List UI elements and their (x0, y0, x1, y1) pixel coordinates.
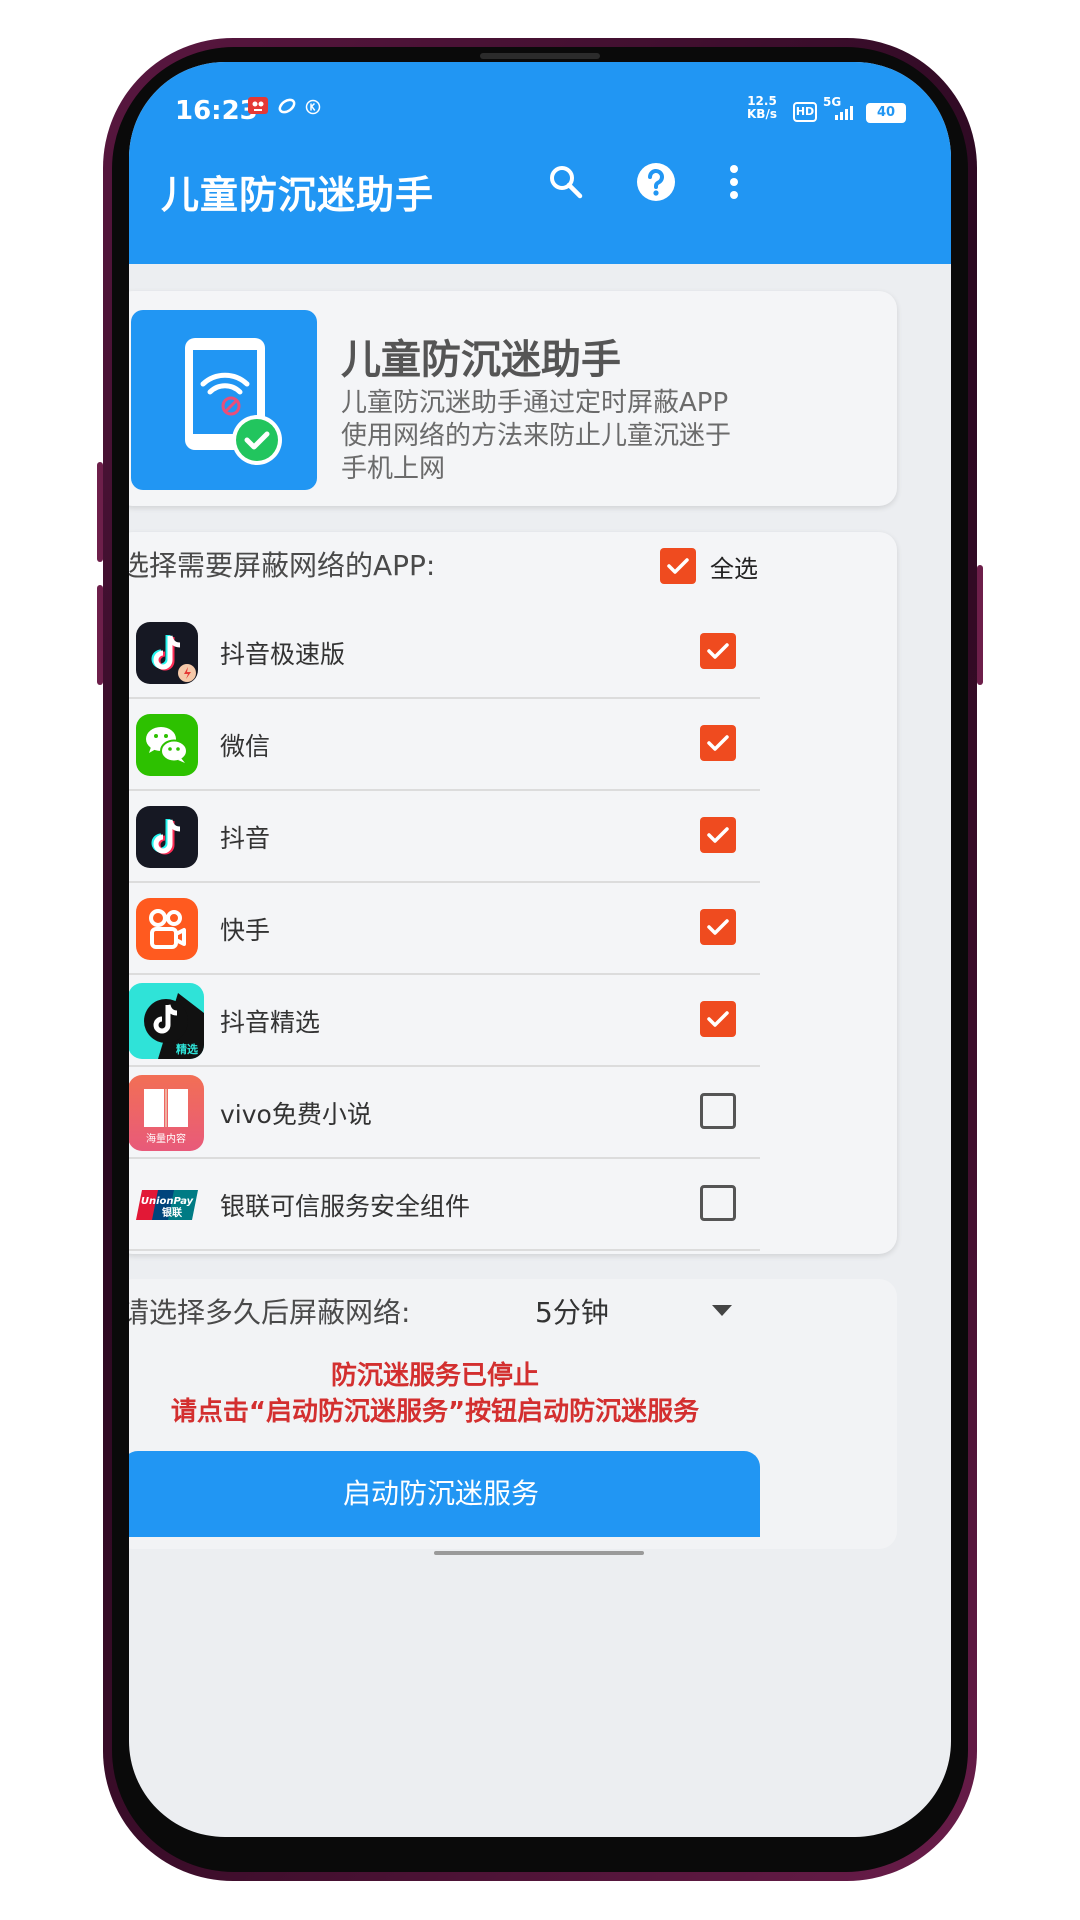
unionpay-cn-label: 银联 (162, 1206, 182, 1219)
unionpay-en-label: UnionPay (141, 1196, 194, 1207)
timer-label: 请选择多久后屏蔽网络: (129, 1296, 411, 1329)
kuaishou-icon (136, 898, 198, 960)
phone-speaker (480, 53, 600, 59)
app-logo (131, 310, 317, 490)
douyin-lite-icon (136, 622, 198, 684)
status-bar: 16:23 12.5 KB/s HD 5G 40 (129, 62, 951, 142)
more-vert-icon (730, 165, 738, 199)
list-item[interactable]: UnionPay 银联 银联可信服务安全组件 (129, 1159, 760, 1251)
list-item[interactable]: 精选 抖音精选 (129, 975, 760, 1067)
app-list-card: 选择需要屏蔽网络的APP: 全选 抖音极速版 微信 抖音 快手 精选 抖音精选 … (129, 532, 897, 1254)
app-checkbox[interactable] (700, 1093, 736, 1129)
list-item[interactable]: 微信 (129, 699, 760, 791)
intro-card: 儿童防沉迷助手 儿童防沉迷助手通过定时屏蔽APP使用网络的方法来防止儿童沉迷于手… (129, 291, 897, 506)
unionpay-icon: UnionPay 银联 (136, 1174, 198, 1236)
phone-screen: 16:23 12.5 KB/s HD 5G 40 儿童防沉迷助手 儿童防沉迷助手… (129, 62, 951, 1837)
app-checkbox[interactable] (700, 725, 736, 761)
select-all-checkbox[interactable] (660, 548, 696, 584)
signal-icon (835, 106, 853, 120)
notification-app-icon (247, 94, 269, 121)
more-options-button[interactable] (706, 154, 762, 210)
app-list: 抖音极速版 微信 抖音 快手 精选 抖音精选 海量内容 vivo免费小说 Uni… (129, 607, 760, 1254)
app-checkbox[interactable] (700, 817, 736, 853)
douyin-icon (136, 806, 198, 868)
check-icon (667, 558, 689, 574)
phone-wifi-check-icon (185, 338, 282, 465)
app-name: 抖音 (220, 824, 271, 853)
phone-volume-down (97, 585, 103, 685)
wechat-icon (136, 714, 198, 776)
app-name: 抖音极速版 (220, 640, 346, 669)
list-item[interactable]: 抖音极速版 (129, 607, 760, 699)
app-name: 快手 (220, 916, 271, 945)
app-name: 抖音精选 (220, 1008, 321, 1037)
battery-icon: 40 (866, 103, 906, 123)
list-item[interactable]: 抖音 (129, 791, 760, 883)
app-checkbox[interactable] (700, 1185, 736, 1221)
check-icon (707, 827, 729, 843)
app-checkbox[interactable] (700, 633, 736, 669)
help-icon (637, 163, 675, 201)
phone-volume-up (97, 462, 103, 562)
select-all-label: 全选 (710, 554, 758, 583)
list-item-partial[interactable] (129, 1251, 760, 1254)
timer-value: 5分钟 (535, 1296, 609, 1329)
douyin-jingxuan-icon: 精选 (129, 983, 204, 1059)
hd-badge: HD (793, 102, 817, 122)
home-indicator[interactable] (434, 1551, 644, 1555)
start-service-button[interactable]: 启动防沉迷服务 (129, 1451, 760, 1537)
novel-label: 海量内容 (146, 1132, 186, 1145)
check-icon (707, 643, 729, 659)
status-time: 16:23 (175, 96, 258, 126)
select-all[interactable]: 全选 (660, 548, 758, 584)
app-checkbox[interactable] (700, 1001, 736, 1037)
list-item[interactable]: 海量内容 vivo免费小说 (129, 1067, 760, 1159)
dropdown-caret-icon (712, 1305, 732, 1316)
list-item[interactable]: 快手 (129, 883, 760, 975)
timer-dropdown[interactable]: 5分钟 (535, 1291, 735, 1331)
check-icon (707, 1011, 729, 1027)
app-bar: 16:23 12.5 KB/s HD 5G 40 儿童防沉迷助手 (129, 62, 951, 264)
help-button[interactable] (628, 154, 684, 210)
app-list-header: 选择需要屏蔽网络的APP: (129, 549, 436, 582)
jingxuan-label: 精选 (176, 1042, 198, 1056)
intro-title: 儿童防沉迷助手 (341, 337, 621, 383)
vivo-novel-icon: 海量内容 (129, 1075, 204, 1151)
check-icon (707, 735, 729, 751)
app-name: 微信 (220, 732, 271, 761)
search-button[interactable] (538, 154, 594, 210)
app-checkbox[interactable] (700, 909, 736, 945)
service-status-message: 防沉迷服务已停止 (330, 1361, 539, 1391)
notification-link-icon (277, 96, 297, 121)
app-name: vivo免费小说 (220, 1100, 372, 1129)
check-icon (707, 919, 729, 935)
phone-power-button (977, 565, 983, 685)
network-speed: 12.5 KB/s (747, 95, 777, 121)
search-icon (550, 166, 583, 199)
app-name: 银联可信服务安全组件 (220, 1192, 471, 1221)
notification-k-icon (305, 99, 321, 120)
app-title: 儿童防沉迷助手 (161, 173, 435, 217)
network-speed-unit: KB/s (747, 107, 777, 121)
service-hint-message: 请点击“启动防沉迷服务”按钮启动防沉迷服务 (170, 1397, 700, 1427)
intro-description: 儿童防沉迷助手通过定时屏蔽APP使用网络的方法来防止儿童沉迷于手机上网 (341, 388, 732, 484)
